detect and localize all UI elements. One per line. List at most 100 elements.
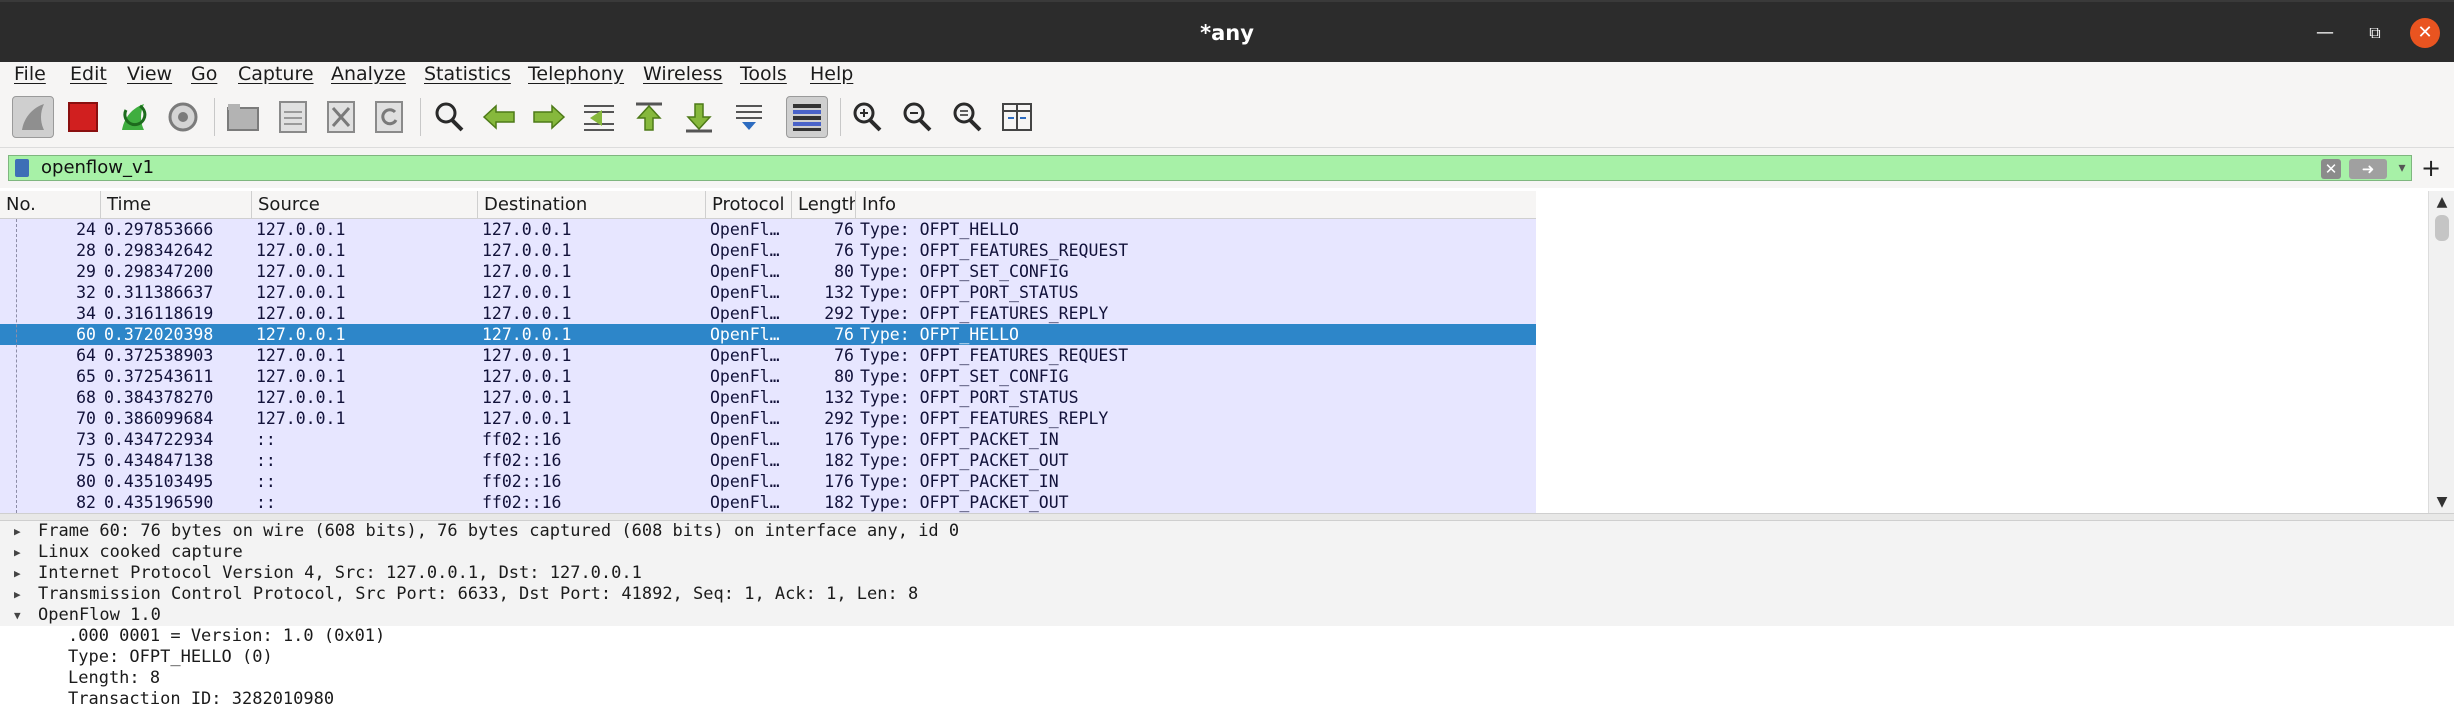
detail-field[interactable]: Type: OFPT_HELLO (0): [0, 647, 2454, 668]
menu-view[interactable]: View: [127, 62, 172, 86]
column-header-source[interactable]: Source: [252, 191, 478, 219]
column-header-length[interactable]: Length: [792, 191, 856, 219]
cell-time: 0.434847138: [104, 451, 214, 470]
menu-capture[interactable]: Capture: [238, 62, 314, 86]
packet-row[interactable]: 68 0.384378270 127.0.0.1 127.0.0.1 OpenFl… 13…: [0, 387, 1536, 408]
cell-no: 68: [76, 388, 96, 407]
first-packet-icon[interactable]: [628, 96, 670, 138]
toolbar-separator: [840, 98, 841, 136]
detail-text: OpenFlow 1.0: [38, 605, 161, 625]
open-file-icon[interactable]: [222, 96, 264, 138]
detail-tree-item[interactable]: ▶ Transmission Control Protocol, Src Port…: [0, 584, 2454, 605]
title-bar: *any — ⧉ ✕: [0, 0, 2454, 62]
expanded-arrow-icon[interactable]: ▼: [14, 605, 28, 626]
find-packet-icon[interactable]: [428, 96, 470, 138]
close-file-icon[interactable]: [320, 96, 362, 138]
detail-text: Transmission Control Protocol, Src Port:…: [38, 584, 919, 604]
cell-info: Type: OFPT_SET_CONFIG: [860, 262, 1069, 281]
maximize-button[interactable]: ⧉: [2360, 18, 2390, 48]
packet-row[interactable]: 75 0.434847138:: ff02::16 OpenFl… 182 Type: O…: [0, 450, 1536, 471]
packet-list-scrollbar[interactable]: ▲ ▼: [2428, 191, 2454, 513]
display-filter-input[interactable]: openflow_v1 ✕ ➜ ▾: [8, 155, 2412, 181]
menu-statistics[interactable]: Statistics: [424, 62, 511, 86]
resize-columns-icon[interactable]: [996, 96, 1038, 138]
detail-tree-item[interactable]: ▼ OpenFlow 1.0: [0, 605, 2454, 626]
column-header-destination[interactable]: Destination: [478, 191, 706, 219]
menu-wireless[interactable]: Wireless: [643, 62, 723, 86]
cell-protocol: OpenFl…: [710, 451, 780, 470]
filter-history-dropdown-icon[interactable]: ▾: [2393, 156, 2411, 180]
scrollbar-thumb[interactable]: [2435, 215, 2449, 241]
menu-help[interactable]: Help: [810, 62, 853, 86]
packet-row[interactable]: 82 0.435196590:: ff02::16 OpenFl… 182 Type: O…: [0, 492, 1536, 513]
restart-capture-icon[interactable]: [112, 96, 154, 138]
scroll-up-icon[interactable]: ▲: [2429, 191, 2454, 213]
packet-row[interactable]: 29 0.298347200 127.0.0.1 127.0.0.1 OpenFl… 80…: [0, 261, 1536, 282]
detail-tree-item[interactable]: ▶ Internet Protocol Version 4, Src: 127.0…: [0, 563, 2454, 584]
filter-text[interactable]: openflow_v1: [41, 156, 154, 180]
packet-row[interactable]: 34 0.316118619 127.0.0.1 127.0.0.1 OpenFl… 29…: [0, 303, 1536, 324]
capture-options-icon[interactable]: [162, 96, 204, 138]
detail-field[interactable]: Length: 8: [0, 668, 2454, 689]
packet-row[interactable]: 70 0.386099684 127.0.0.1 127.0.0.1 OpenFl… 29…: [0, 408, 1536, 429]
cell-no: 64: [76, 346, 96, 365]
last-packet-icon[interactable]: [678, 96, 720, 138]
autoscroll-icon[interactable]: [728, 96, 770, 138]
scroll-down-icon[interactable]: ▼: [2429, 491, 2454, 513]
menu-telephony[interactable]: Telephony: [528, 62, 624, 86]
column-header-time[interactable]: Time: [101, 191, 252, 219]
apply-filter-icon[interactable]: ➜: [2349, 159, 2387, 179]
collapsed-arrow-icon[interactable]: ▶: [14, 563, 28, 584]
cell-protocol: OpenFl…: [710, 241, 780, 260]
go-to-packet-icon[interactable]: [578, 96, 620, 138]
normal-size-icon[interactable]: [946, 96, 988, 138]
cell-source: ::: [256, 451, 276, 470]
menu-analyze[interactable]: Analyze: [331, 62, 406, 86]
shark-fin-start-icon[interactable]: [12, 96, 54, 138]
detail-tree-item[interactable]: ▶ Frame 60: 76 bytes on wire (608 bits), …: [0, 521, 2454, 542]
add-filter-button[interactable]: +: [2418, 156, 2444, 182]
cell-destination: 127.0.0.1: [482, 325, 572, 344]
menu-file[interactable]: File: [14, 62, 46, 86]
go-back-icon[interactable]: [478, 96, 520, 138]
packet-row[interactable]: 32 0.311386637 127.0.0.1 127.0.0.1 OpenFl… 13…: [0, 282, 1536, 303]
reload-file-icon[interactable]: [368, 96, 410, 138]
detail-field[interactable]: .000 0001 = Version: 1.0 (0x01): [0, 626, 2454, 647]
packet-row[interactable]: 65 0.372543611 127.0.0.1 127.0.0.1 OpenFl… 80…: [0, 366, 1536, 387]
cell-time: 0.298347200: [104, 262, 214, 281]
stop-capture-icon[interactable]: [62, 96, 104, 138]
column-header-info[interactable]: Info: [856, 191, 1536, 219]
packet-row[interactable]: 73 0.434722934:: ff02::16 OpenFl… 176 Type: O…: [0, 429, 1536, 450]
packet-row[interactable]: 80 0.435103495:: ff02::16 OpenFl… 176 Type: O…: [0, 471, 1536, 492]
collapsed-arrow-icon[interactable]: ▶: [14, 542, 28, 563]
menu-tools[interactable]: Tools: [740, 62, 787, 86]
collapsed-arrow-icon[interactable]: ▶: [14, 584, 28, 605]
bookmark-icon[interactable]: [15, 159, 29, 177]
column-header-no[interactable]: No.: [0, 191, 101, 219]
packet-row[interactable]: 64 0.372538903 127.0.0.1 127.0.0.1 OpenFl… 76…: [0, 345, 1536, 366]
detail-field[interactable]: Transaction ID: 3282010980: [0, 689, 2454, 710]
colorize-icon[interactable]: [786, 96, 828, 138]
clear-filter-icon[interactable]: ✕: [2321, 159, 2341, 179]
packet-row[interactable]: 24 0.297853666 127.0.0.1 127.0.0.1 OpenFl… 76…: [0, 219, 1536, 240]
collapsed-arrow-icon[interactable]: ▶: [14, 521, 28, 542]
cell-protocol: OpenFl…: [710, 409, 780, 428]
cell-protocol: OpenFl…: [710, 304, 780, 323]
menu-edit[interactable]: Edit: [70, 62, 107, 86]
minimize-button[interactable]: —: [2310, 18, 2340, 48]
menu-go[interactable]: Go: [191, 62, 217, 86]
packet-row[interactable]: 60 0.372020398 127.0.0.1 127.0.0.1 OpenFl… 76…: [0, 324, 1536, 345]
detail-tree-item[interactable]: ▶ Linux cooked capture: [0, 542, 2454, 563]
column-header-protocol[interactable]: Protocol: [706, 191, 792, 219]
go-forward-icon[interactable]: [528, 96, 570, 138]
zoom-out-icon[interactable]: [896, 96, 938, 138]
save-file-icon[interactable]: [272, 96, 314, 138]
cell-info: Type: OFPT_HELLO: [860, 325, 1019, 344]
cell-info: Type: OFPT_FEATURES_REQUEST: [860, 346, 1129, 365]
cell-protocol: OpenFl…: [710, 325, 780, 344]
zoom-in-icon[interactable]: [846, 96, 888, 138]
close-button[interactable]: ✕: [2410, 18, 2440, 48]
packet-row[interactable]: 28 0.298342642 127.0.0.1 127.0.0.1 OpenFl… 76…: [0, 240, 1536, 261]
cell-no: 28: [76, 241, 96, 260]
pane-splitter[interactable]: [0, 513, 2454, 521]
